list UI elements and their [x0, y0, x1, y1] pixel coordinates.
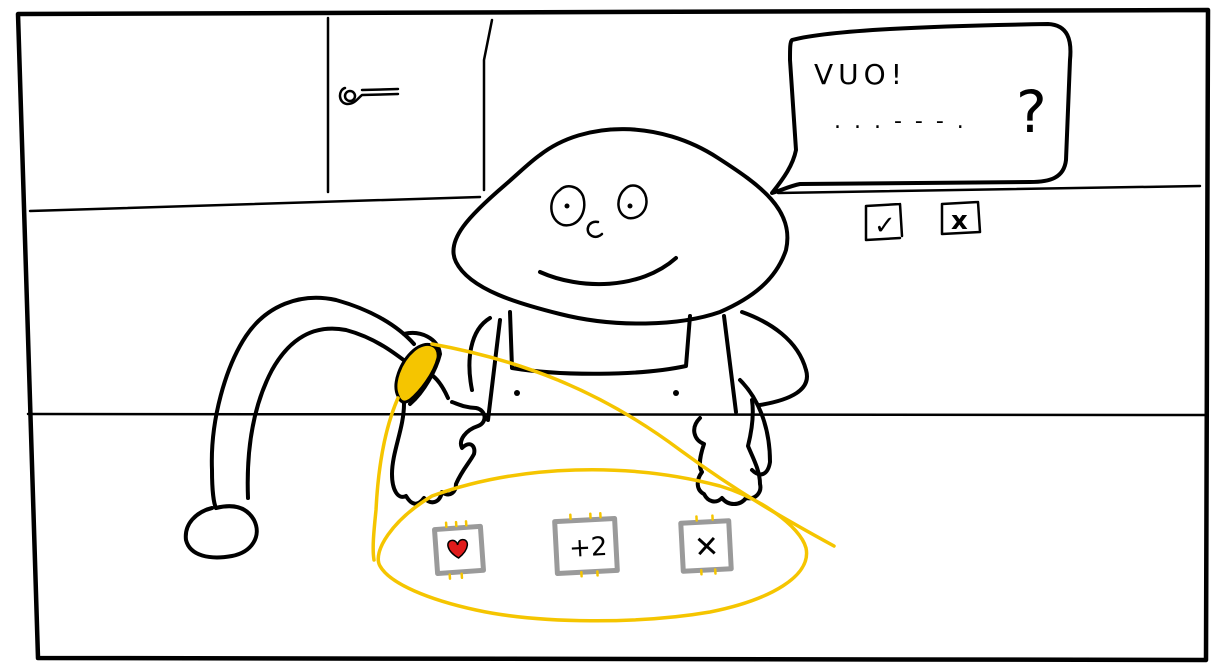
checkmark-icon: ✓ — [874, 211, 896, 241]
mouth — [538, 256, 678, 287]
reply-checkbox-accept[interactable]: ✓ — [864, 202, 904, 242]
character-head — [451, 127, 790, 326]
torso — [467, 310, 809, 407]
speech-bubble-ellipsis: . . . - - - . — [834, 109, 967, 134]
cross-icon: x — [951, 206, 968, 236]
reply-checkbox-reject[interactable]: x — [940, 200, 982, 236]
eyes — [550, 184, 648, 227]
speech-bubble: VUO! . . . - - - . ? — [770, 22, 1073, 195]
card-heart[interactable] — [432, 520, 486, 580]
cord-end — [183, 504, 259, 560]
card-cross[interactable]: ✕ — [678, 514, 734, 576]
cross-card-icon: ✕ — [693, 529, 720, 565]
speech-bubble-exclamation: VUO! — [814, 58, 907, 91]
plus-two-label: +2 — [568, 532, 608, 564]
storyboard-sketch: VUO! . . . - - - . ? ✓ x +2 ✕ — [15, 7, 1211, 663]
nose — [586, 220, 604, 239]
character — [183, 127, 809, 560]
speech-bubble-question-mark: ? — [1016, 78, 1047, 146]
glowing-bracelet — [394, 342, 440, 404]
card-plus-two[interactable]: +2 — [552, 511, 620, 578]
cord — [209, 295, 416, 510]
table-edge — [26, 412, 1208, 417]
cabinet-handle-icon — [338, 86, 400, 106]
